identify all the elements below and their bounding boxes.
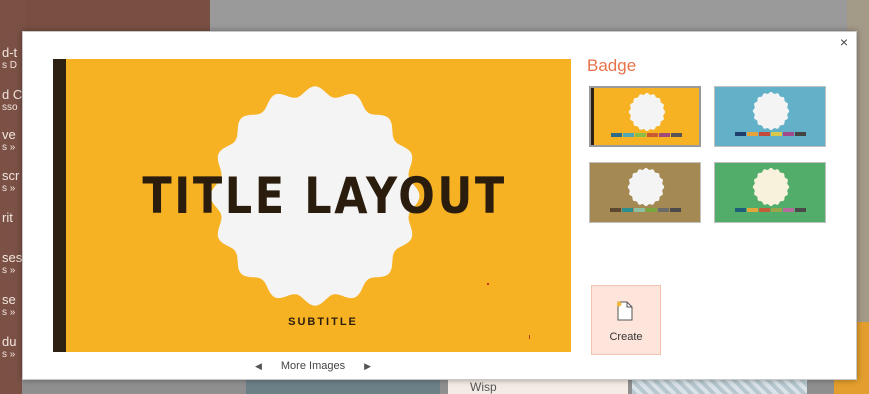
color-swatch (658, 208, 669, 212)
variant-badge-shape (628, 92, 666, 132)
color-swatch (783, 208, 794, 212)
background-theme-thumb (246, 380, 440, 394)
create-button[interactable]: Create (591, 285, 661, 355)
theme-preview-dialog: × TITLE LAYOUT SUBTITLE ◀ More Images ▶ … (22, 31, 857, 380)
color-swatch (659, 133, 670, 137)
theme-preview-slide: TITLE LAYOUT SUBTITLE (53, 59, 571, 352)
color-swatch (646, 208, 657, 212)
color-swatch (747, 132, 758, 136)
variant-badge-shape (752, 167, 790, 207)
color-swatch (735, 208, 746, 212)
slide-mark (529, 335, 530, 339)
color-swatch (647, 133, 658, 137)
color-swatch (671, 133, 682, 137)
background-theme-thumb (632, 380, 807, 394)
prev-image-arrow-icon[interactable]: ◀ (255, 361, 262, 372)
create-button-label: Create (609, 331, 643, 343)
slide-mark (487, 283, 489, 285)
color-swatch (747, 208, 758, 212)
variant-color-swatches (735, 208, 806, 212)
background-top (210, 0, 869, 31)
variant-color-swatches (610, 208, 681, 212)
variant-badge-shape (752, 91, 790, 131)
color-swatch (735, 132, 746, 136)
color-swatch (759, 208, 770, 212)
color-swatch (771, 132, 782, 136)
more-images-label: More Images (280, 360, 346, 372)
next-image-arrow-icon[interactable]: ▶ (364, 361, 371, 372)
color-swatch (783, 132, 794, 136)
close-button[interactable]: × (837, 35, 851, 49)
color-swatch (623, 133, 634, 137)
variant-color-swatches (611, 133, 682, 137)
variant-badge-shape (627, 167, 665, 207)
theme-variant-2[interactable] (714, 86, 826, 147)
slide-subtitle: SUBTITLE (288, 316, 358, 328)
new-document-icon (617, 301, 633, 321)
color-swatch (611, 133, 622, 137)
color-swatch (795, 132, 806, 136)
theme-variant-3[interactable] (589, 162, 701, 223)
background-theme-thumb-wisp: Wisp (448, 380, 628, 394)
theme-variant-4[interactable] (714, 162, 826, 223)
variant-color-swatches (735, 132, 806, 136)
variant-accent-bar (591, 88, 594, 145)
color-swatch (795, 208, 806, 212)
color-swatch (634, 208, 645, 212)
color-swatch (622, 208, 633, 212)
theme-name: Badge (587, 56, 637, 75)
color-swatch (759, 132, 770, 136)
color-swatch (670, 208, 681, 212)
more-images-nav: ◀ More Images ▶ (255, 359, 371, 373)
color-swatch (610, 208, 621, 212)
slide-accent-bar (53, 59, 66, 352)
color-swatch (635, 133, 646, 137)
slide-title: TITLE LAYOUT (142, 167, 507, 225)
color-swatch (771, 208, 782, 212)
theme-variant-1[interactable] (589, 86, 701, 147)
